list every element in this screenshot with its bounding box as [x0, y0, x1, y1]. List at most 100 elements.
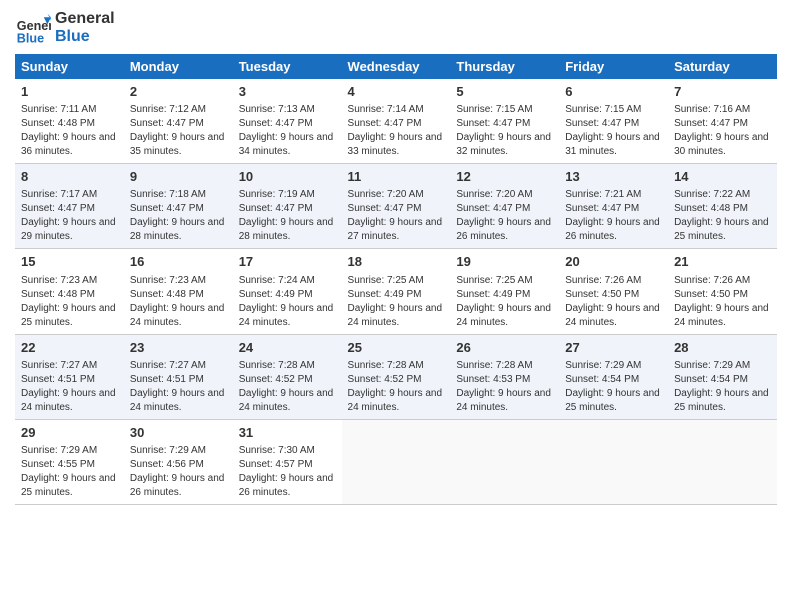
sunset-text: Sunset: 4:47 PM: [456, 118, 530, 129]
sunset-text: Sunset: 4:47 PM: [348, 203, 422, 214]
day-number: 3: [239, 83, 336, 101]
svg-text:Blue: Blue: [17, 31, 44, 45]
sunrise-text: Sunrise: 7:29 AM: [130, 445, 206, 456]
day-number: 16: [130, 253, 227, 271]
col-header-saturday: Saturday: [668, 54, 777, 79]
daylight-text: Daylight: 9 hours and 29 minutes.: [21, 217, 116, 242]
sunset-text: Sunset: 4:52 PM: [239, 374, 313, 385]
calendar-cell: 12Sunrise: 7:20 AMSunset: 4:47 PMDayligh…: [450, 164, 559, 249]
week-row-2: 8Sunrise: 7:17 AMSunset: 4:47 PMDaylight…: [15, 164, 777, 249]
day-number: 6: [565, 83, 662, 101]
day-number: 1: [21, 83, 118, 101]
sunrise-text: Sunrise: 7:28 AM: [348, 360, 424, 371]
week-row-1: 1Sunrise: 7:11 AMSunset: 4:48 PMDaylight…: [15, 79, 777, 164]
sunrise-text: Sunrise: 7:22 AM: [674, 189, 750, 200]
sunrise-text: Sunrise: 7:14 AM: [348, 104, 424, 115]
sunset-text: Sunset: 4:47 PM: [130, 203, 204, 214]
daylight-text: Daylight: 9 hours and 25 minutes.: [674, 217, 769, 242]
sunrise-text: Sunrise: 7:23 AM: [21, 275, 97, 286]
sunrise-text: Sunrise: 7:15 AM: [565, 104, 641, 115]
day-number: 24: [239, 339, 336, 357]
logo-blue: Blue: [55, 28, 115, 46]
calendar-cell: 18Sunrise: 7:25 AMSunset: 4:49 PMDayligh…: [342, 249, 451, 334]
sunrise-text: Sunrise: 7:19 AM: [239, 189, 315, 200]
sunset-text: Sunset: 4:49 PM: [239, 289, 313, 300]
sunset-text: Sunset: 4:51 PM: [130, 374, 204, 385]
daylight-text: Daylight: 9 hours and 24 minutes.: [239, 303, 334, 328]
sunset-text: Sunset: 4:48 PM: [130, 289, 204, 300]
sunrise-text: Sunrise: 7:13 AM: [239, 104, 315, 115]
sunrise-text: Sunrise: 7:25 AM: [456, 275, 532, 286]
col-header-monday: Monday: [124, 54, 233, 79]
calendar-cell: 7Sunrise: 7:16 AMSunset: 4:47 PMDaylight…: [668, 79, 777, 164]
calendar-cell: [450, 419, 559, 504]
day-number: 2: [130, 83, 227, 101]
calendar-cell: 23Sunrise: 7:27 AMSunset: 4:51 PMDayligh…: [124, 334, 233, 419]
daylight-text: Daylight: 9 hours and 24 minutes.: [348, 303, 443, 328]
daylight-text: Daylight: 9 hours and 24 minutes.: [130, 303, 225, 328]
daylight-text: Daylight: 9 hours and 35 minutes.: [130, 132, 225, 157]
sunset-text: Sunset: 4:47 PM: [674, 118, 748, 129]
col-header-thursday: Thursday: [450, 54, 559, 79]
sunrise-text: Sunrise: 7:24 AM: [239, 275, 315, 286]
sunset-text: Sunset: 4:47 PM: [130, 118, 204, 129]
daylight-text: Daylight: 9 hours and 32 minutes.: [456, 132, 551, 157]
sunrise-text: Sunrise: 7:28 AM: [456, 360, 532, 371]
calendar-header: SundayMondayTuesdayWednesdayThursdayFrid…: [15, 54, 777, 79]
calendar-table: SundayMondayTuesdayWednesdayThursdayFrid…: [15, 54, 777, 505]
day-number: 25: [348, 339, 445, 357]
calendar-cell: 3Sunrise: 7:13 AMSunset: 4:47 PMDaylight…: [233, 79, 342, 164]
day-number: 19: [456, 253, 553, 271]
daylight-text: Daylight: 9 hours and 24 minutes.: [130, 388, 225, 413]
day-number: 31: [239, 424, 336, 442]
daylight-text: Daylight: 9 hours and 25 minutes.: [674, 388, 769, 413]
calendar-cell: 9Sunrise: 7:18 AMSunset: 4:47 PMDaylight…: [124, 164, 233, 249]
calendar-cell: 11Sunrise: 7:20 AMSunset: 4:47 PMDayligh…: [342, 164, 451, 249]
calendar-cell: 8Sunrise: 7:17 AMSunset: 4:47 PMDaylight…: [15, 164, 124, 249]
daylight-text: Daylight: 9 hours and 24 minutes.: [456, 388, 551, 413]
week-row-5: 29Sunrise: 7:29 AMSunset: 4:55 PMDayligh…: [15, 419, 777, 504]
daylight-text: Daylight: 9 hours and 24 minutes.: [674, 303, 769, 328]
calendar-cell: 4Sunrise: 7:14 AMSunset: 4:47 PMDaylight…: [342, 79, 451, 164]
sunrise-text: Sunrise: 7:15 AM: [456, 104, 532, 115]
sunrise-text: Sunrise: 7:29 AM: [565, 360, 641, 371]
sunset-text: Sunset: 4:47 PM: [239, 203, 313, 214]
sunrise-text: Sunrise: 7:26 AM: [565, 275, 641, 286]
col-header-sunday: Sunday: [15, 54, 124, 79]
day-number: 22: [21, 339, 118, 357]
day-number: 20: [565, 253, 662, 271]
sunrise-text: Sunrise: 7:26 AM: [674, 275, 750, 286]
col-header-tuesday: Tuesday: [233, 54, 342, 79]
day-number: 15: [21, 253, 118, 271]
calendar-cell: [559, 419, 668, 504]
calendar-cell: 26Sunrise: 7:28 AMSunset: 4:53 PMDayligh…: [450, 334, 559, 419]
sunset-text: Sunset: 4:54 PM: [565, 374, 639, 385]
page-container: General Blue General Blue SundayMondayTu…: [0, 0, 792, 515]
sunrise-text: Sunrise: 7:23 AM: [130, 275, 206, 286]
sunrise-text: Sunrise: 7:20 AM: [456, 189, 532, 200]
daylight-text: Daylight: 9 hours and 24 minutes.: [456, 303, 551, 328]
sunset-text: Sunset: 4:50 PM: [565, 289, 639, 300]
week-row-3: 15 Sunrise: 7:23 AM Sunset: 4:48 PM Dayligh…: [15, 249, 777, 334]
day-number: 13: [565, 168, 662, 186]
daylight-text: Daylight: 9 hours and 34 minutes.: [239, 132, 334, 157]
col-header-friday: Friday: [559, 54, 668, 79]
day-number: 4: [348, 83, 445, 101]
sunrise-text: Sunrise: 7:27 AM: [130, 360, 206, 371]
sunrise-text: Sunrise: 7:25 AM: [348, 275, 424, 286]
calendar-cell: 6Sunrise: 7:15 AMSunset: 4:47 PMDaylight…: [559, 79, 668, 164]
logo-general: General: [55, 10, 115, 28]
sunset-text: Sunset: 4:47 PM: [456, 203, 530, 214]
sunrise-text: Sunrise: 7:12 AM: [130, 104, 206, 115]
logo-icon: General Blue: [15, 10, 51, 46]
sunset-text: Sunset: 4:57 PM: [239, 459, 313, 470]
calendar-cell: 13Sunrise: 7:21 AMSunset: 4:47 PMDayligh…: [559, 164, 668, 249]
calendar-cell: 30Sunrise: 7:29 AMSunset: 4:56 PMDayligh…: [124, 419, 233, 504]
week-row-4: 22 Sunrise: 7:27 AM Sunset: 4:51 PM Dayligh…: [15, 334, 777, 419]
calendar-cell: 16 Sunrise: 7:23 AM Sunset: 4:48 PM Dayligh…: [124, 249, 233, 334]
daylight-text: Daylight: 9 hours and 25 minutes.: [21, 473, 116, 498]
sunrise-text: Sunrise: 7:11 AM: [21, 104, 96, 115]
calendar-cell: 1Sunrise: 7:11 AMSunset: 4:48 PMDaylight…: [15, 79, 124, 164]
daylight-text: Daylight: 9 hours and 24 minutes.: [348, 388, 443, 413]
day-number: 28: [674, 339, 771, 357]
